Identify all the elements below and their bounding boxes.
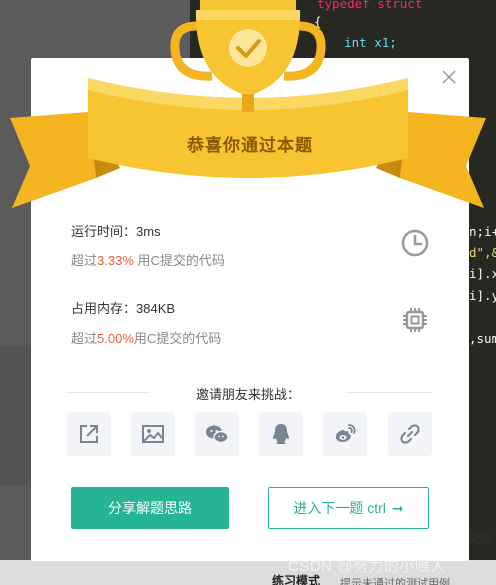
runtime-value: 3ms [136,224,161,239]
qq-icon [273,424,289,444]
share-external-icon [80,425,98,443]
memory-label: 占用内存：384KB [71,301,176,316]
memory-value: 384KB [136,301,176,316]
trophy-ribbon-graphic [10,0,486,208]
runtime-percent: 3.33% [97,253,134,268]
runtime-beat-text: 超过3.33% 用C提交的代码 [71,253,225,268]
share-solution-button[interactable]: 分享解题思路 [71,487,229,529]
link-icon [400,424,420,444]
dialog-title: 恭喜你通过本题 [187,136,313,155]
chip-icon [403,308,427,332]
submit-link[interactable]: 交运 [468,530,492,547]
share-external-button[interactable] [67,412,111,456]
share-image-button[interactable] [131,412,175,456]
share-wechat-button[interactable] [195,412,239,456]
memory-percent: 5.00% [97,331,134,346]
arrow-right-icon: ➞ [391,500,404,516]
code-line: ,sum [469,331,496,346]
code-line: i].y [469,288,496,303]
code-line: i].x [469,266,496,281]
share-weibo-button[interactable] [323,412,367,456]
next-problem-label: 进入下一题 ctrl [293,500,386,516]
share-qq-button[interactable] [259,412,303,456]
watermark: CSDN @努力的小鳴人 [288,558,446,575]
share-title: 邀请朋友来挑战： [150,384,346,403]
footer-hint: 提示未通过的测试用例 [340,578,450,585]
weibo-icon [335,424,356,442]
next-problem-button[interactable]: 进入下一题 ctrl ➞ [268,487,429,529]
image-icon [142,425,164,443]
code-line: d",& [469,245,496,260]
code-line: n;i++ [469,224,496,239]
share-link-button[interactable] [388,412,432,456]
close-icon[interactable] [441,69,457,85]
wechat-icon [206,425,229,444]
clock-icon [401,229,429,257]
runtime-label: 运行时间：3ms [71,224,161,239]
memory-beat-text: 超过5.00%用C提交的代码 [71,331,222,346]
